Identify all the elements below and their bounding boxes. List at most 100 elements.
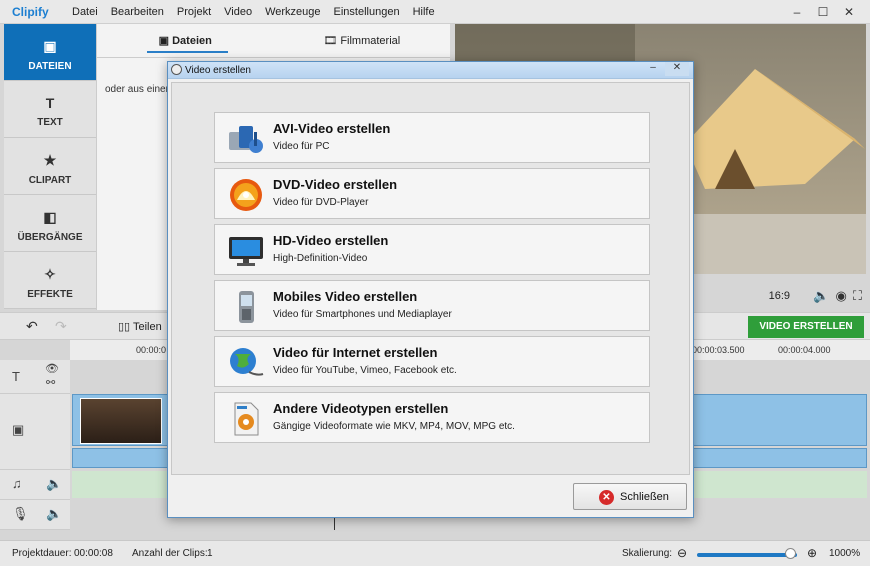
files-hint-text: oder aus einem — [105, 84, 174, 95]
image-icon: ▣ — [43, 38, 57, 54]
avi-film-icon — [229, 126, 263, 153]
split-label: Teilen — [132, 321, 162, 333]
hd-monitor-icon — [229, 237, 263, 266]
option-title: Video für Internet erstellen — [273, 345, 438, 360]
image-icon: ▣ — [158, 35, 170, 47]
dialog-app-icon — [171, 64, 182, 75]
music-track-header: ♫ 🔈 — [0, 470, 70, 500]
option-title: AVI-Video erstellen — [273, 121, 391, 136]
aspect-ratio-button[interactable]: 16:9 — [769, 290, 790, 302]
tab-dateien[interactable]: ▣ Dateien — [97, 24, 274, 57]
option-other-video-types[interactable]: Andere Videotypen erstellen Gängige Vide… — [214, 392, 650, 443]
track-headers: T 👁 ⚯ ▣ ♫ 🔈 🎙 🔈 — [0, 360, 70, 530]
minimize-button[interactable]: – — [784, 3, 810, 21]
window-controls: – ☐ ✕ — [784, 3, 862, 21]
create-video-dialog: Video erstellen – ✕ AVI-Video erstellen … — [167, 61, 694, 518]
create-video-button[interactable]: VIDEO ERSTELLEN — [748, 316, 864, 338]
zoom-out-icon[interactable]: ⊖ — [677, 546, 687, 560]
app-logo: Clipify — [12, 5, 49, 19]
sidebar-item-label: DATEIEN — [28, 61, 72, 72]
option-subtitle: Gängige Videoformate wie MKV, MP4, MOV, … — [273, 421, 515, 432]
menu-item-video[interactable]: Video — [224, 6, 252, 18]
redo-icon[interactable]: ↷ — [55, 318, 67, 335]
fullscreen-icon[interactable]: ⛶ — [853, 288, 862, 304]
camera-icon[interactable]: ◉ — [836, 288, 847, 304]
ruler-tick: 00:00:0 — [136, 345, 167, 355]
zoom-label: Skalierung: — [622, 548, 673, 559]
tab-label: Filmmaterial — [340, 35, 401, 47]
sidebar-item-uebergaenge[interactable]: ◧ ÜBERGÄNGE — [4, 195, 96, 252]
menu-item-hilfe[interactable]: Hilfe — [413, 6, 435, 18]
volume-icon[interactable]: 🔈 — [46, 506, 62, 522]
option-hd-video[interactable]: HD-Video erstellen High-Definition-Video — [214, 224, 650, 275]
files-tabs: ▣ Dateien 🎞 Filmmaterial — [97, 24, 450, 58]
menu-item-werkzeuge[interactable]: Werkzeuge — [265, 6, 320, 18]
ruler-tick: 00:00:03.500 — [692, 345, 745, 355]
clips-count-value: 1 — [207, 548, 213, 559]
duration-label: Projektdauer: — [12, 548, 72, 559]
magic-wand-icon: ✧ — [44, 266, 56, 282]
tab-label: Dateien — [172, 35, 212, 47]
sidebar-item-text[interactable]: T TEXT — [4, 81, 96, 138]
preview-icons: 🔈 ◉ ⛶ — [813, 288, 862, 304]
dvd-disc-icon — [230, 179, 262, 211]
globe-icon — [230, 348, 264, 376]
ruler-tick: 00:00:04.000 — [778, 345, 831, 355]
option-subtitle: Video für DVD-Player — [273, 197, 369, 208]
sidebar-item-clipart[interactable]: ★ CLIPART — [4, 138, 96, 195]
volume-icon[interactable]: 🔈 — [46, 476, 62, 492]
video-clip[interactable] — [80, 398, 162, 444]
close-dialog-button[interactable]: ✕ Schließen — [573, 483, 687, 510]
undo-icon[interactable]: ↶ — [26, 318, 38, 335]
zoom-slider-handle[interactable] — [785, 548, 796, 559]
link-icon[interactable]: ⚯ — [46, 376, 55, 389]
tab-filmmaterial[interactable]: 🎞 Filmmaterial — [274, 24, 451, 57]
sidebar: ▣ DATEIEN T TEXT ★ CLIPART ◧ ÜBERGÄNGE ✧… — [4, 24, 102, 310]
close-icon: ✕ — [599, 490, 614, 505]
menu-item-datei[interactable]: Datei — [72, 6, 98, 18]
mobile-phone-icon — [239, 291, 254, 323]
dialog-minimize-button[interactable]: – — [641, 62, 665, 76]
text-icon: T — [12, 369, 20, 384]
maximize-button[interactable]: ☐ — [810, 3, 836, 21]
status-bar: Projektdauer: 00:00:08 Anzahl der Clips:… — [0, 540, 870, 566]
sidebar-item-effekte[interactable]: ✧ EFFEKTE — [4, 252, 96, 309]
option-subtitle: Video für Smartphones und Mediaplayer — [273, 309, 452, 320]
sidebar-item-label: CLIPART — [28, 175, 72, 186]
option-title: HD-Video erstellen — [273, 233, 389, 248]
dialog-title: Video erstellen — [185, 65, 251, 76]
video-file-icon — [234, 402, 259, 436]
video-camera-icon: ▣ — [12, 422, 25, 437]
eye-icon[interactable]: 👁 — [45, 362, 59, 375]
star-icon: ★ — [43, 152, 57, 168]
close-button-label: Schließen — [620, 491, 669, 503]
menu-item-bearbeiten[interactable]: Bearbeiten — [111, 6, 164, 18]
zoom-slider[interactable] — [697, 553, 797, 557]
text-icon: T — [45, 95, 55, 111]
zoom-value: 1000% — [829, 548, 861, 559]
video-track-header: ▣ — [0, 394, 70, 470]
option-title: Andere Videotypen erstellen — [273, 401, 449, 416]
option-mobile-video[interactable]: Mobiles Video erstellen Video für Smartp… — [214, 280, 650, 331]
option-subtitle: Video für PC — [273, 141, 330, 152]
sidebar-item-dateien[interactable]: ▣ DATEIEN — [4, 24, 96, 81]
option-internet-video[interactable]: Video für Internet erstellen Video für Y… — [214, 336, 650, 387]
dialog-title-bar: Video erstellen – ✕ — [168, 62, 693, 79]
film-icon: 🎞 — [323, 35, 338, 47]
option-subtitle: Video für YouTube, Vimeo, Facebook etc. — [273, 365, 457, 376]
menu-bar: Datei Bearbeiten Projekt Video Werkzeuge… — [72, 6, 448, 18]
duration-value: 00:00:08 — [74, 548, 113, 559]
dialog-close-x-button[interactable]: ✕ — [665, 62, 689, 76]
close-window-button[interactable]: ✕ — [836, 3, 862, 21]
option-dvd-video[interactable]: DVD-Video erstellen Video für DVD-Player — [214, 168, 650, 219]
menu-item-einstellungen[interactable]: Einstellungen — [334, 6, 400, 18]
clips-count-label: Anzahl der Clips: — [132, 548, 208, 559]
split-button[interactable]: ▯▯ Teilen — [118, 320, 162, 333]
transition-icon: ◧ — [43, 209, 57, 225]
title-menu-bar: Clipify Datei Bearbeiten Projekt Video W… — [0, 0, 870, 24]
microphone-icon: 🎙 — [12, 506, 29, 521]
volume-icon[interactable]: 🔈 — [813, 288, 829, 304]
zoom-in-icon[interactable]: ⊕ — [807, 546, 817, 560]
option-avi-video[interactable]: AVI-Video erstellen Video für PC — [214, 112, 650, 163]
menu-item-projekt[interactable]: Projekt — [177, 6, 211, 18]
